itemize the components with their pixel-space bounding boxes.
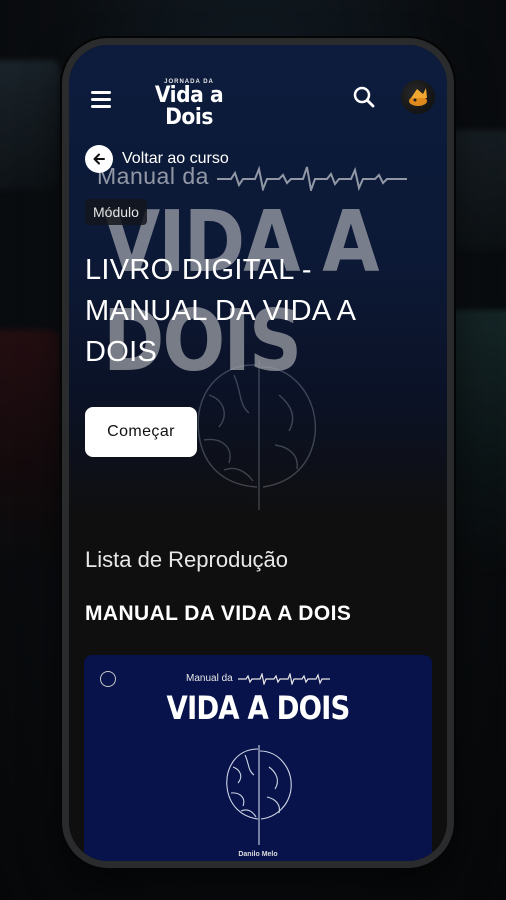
top-app-bar: JORNADA DA Vida a Dois [69, 45, 447, 149]
backdrop-card [0, 60, 60, 190]
start-button[interactable]: Começar [85, 407, 197, 457]
logo-wordmark: Vida a Dois [154, 83, 224, 130]
search-icon[interactable] [352, 85, 376, 109]
heartbeat-line-icon [217, 165, 407, 191]
brain-heart-illustration [226, 745, 292, 845]
heartbeat-line-icon [238, 673, 330, 685]
playlist-heading: Lista de Reprodução [85, 547, 289, 572]
lesson-card[interactable]: Manual da VIDA A DOIS Danilo Melo [84, 655, 432, 861]
app-logo[interactable]: JORNADA DA Vida a Dois [134, 79, 244, 129]
backdrop-card [0, 330, 60, 560]
module-badge: Módulo [85, 199, 147, 225]
back-label[interactable]: Voltar ao curso [122, 150, 229, 168]
app-screen: Manual da VIDA A DOIS JORNADA DA Vida a … [69, 45, 447, 861]
completion-radio[interactable] [100, 671, 116, 687]
avatar-image [409, 88, 427, 106]
module-title: LIVRO DIGITAL - MANUAL DA VIDA A DOIS [85, 254, 355, 368]
back-to-course-link[interactable]: Voltar ao curso [85, 145, 229, 173]
cover-subtitle: Manual da [186, 673, 233, 684]
arrow-left-icon[interactable] [85, 145, 113, 173]
brain-heart-illustration [197, 360, 316, 510]
cover-author: Danilo Melo [238, 851, 278, 858]
phone-frame: Manual da VIDA A DOIS JORNADA DA Vida a … [62, 38, 454, 868]
menu-icon[interactable] [91, 91, 111, 108]
user-avatar[interactable] [401, 80, 435, 114]
cover-title: VIDA A DOIS [166, 689, 351, 727]
playlist-section-title: MANUAL DA VIDA A DOIS [85, 602, 352, 625]
